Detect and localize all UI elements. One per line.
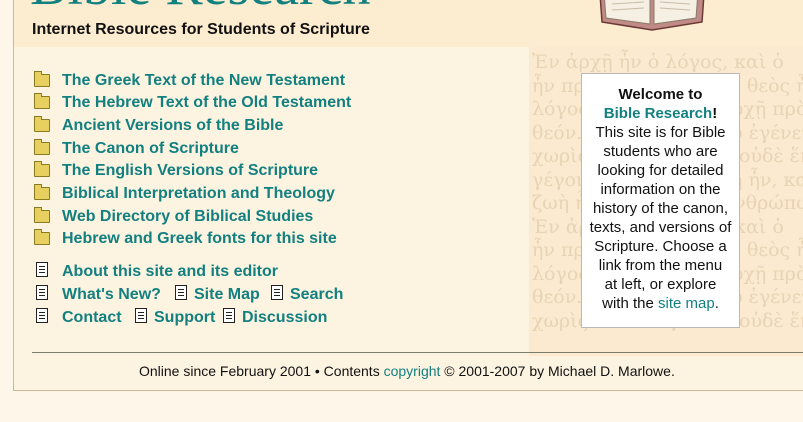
welcome-line: looking for detailed <box>597 162 724 179</box>
greek-line: Ἐν ἀρχῇ ἦν ὁ λόγος, καὶ ὁ <box>532 51 784 73</box>
search-link[interactable]: Search <box>290 286 343 304</box>
footer-prefix: Online since February 2001 • Contents <box>139 363 384 379</box>
welcome-name-line: Bible Research! <box>582 104 739 123</box>
folder-icon <box>34 207 50 223</box>
welcome-last-prefix: with the <box>602 295 658 312</box>
copyright-link[interactable]: copyright <box>384 363 441 379</box>
document-icon <box>175 285 187 300</box>
menu-item-label[interactable]: The Hebrew Text of the Old Testament <box>62 94 351 112</box>
page-frame: Bible Research Internet Resources for St… <box>13 0 803 391</box>
folder-icon <box>34 161 50 177</box>
folder-icon <box>34 139 50 155</box>
welcome-line: at left, or explore <box>604 276 717 293</box>
menu-item-label[interactable]: The English Versions of Scripture <box>62 162 318 180</box>
welcome-line: texts, and versions of <box>589 219 732 236</box>
document-icon <box>36 262 48 277</box>
footer-divider <box>32 352 803 353</box>
welcome-line: students who are <box>603 143 718 160</box>
welcome-line: Scripture. Choose a <box>594 238 727 255</box>
site-title[interactable]: Bible Research <box>30 0 371 14</box>
welcome-last-suffix: . <box>714 295 719 312</box>
folder-icon <box>34 184 50 200</box>
welcome-last-line: with the site map. <box>582 294 739 313</box>
folder-icon <box>34 71 50 87</box>
folder-icon <box>34 116 50 132</box>
folder-icon <box>34 93 50 109</box>
welcome-line: information on the <box>600 181 721 198</box>
document-icon <box>36 308 48 323</box>
site-map-link[interactable]: Site Map <box>194 286 260 304</box>
menu-item-label[interactable]: The Canon of Scripture <box>62 140 239 158</box>
menu-item-label[interactable]: Biblical Interpretation and Theology <box>62 185 335 203</box>
document-icon <box>135 308 147 323</box>
welcome-heading: Welcome to <box>618 86 703 103</box>
welcome-line: history of the canon, <box>592 200 729 217</box>
welcome-line: link from the menu <box>598 257 723 274</box>
document-icon <box>223 308 235 323</box>
site-map-inline-link[interactable]: site map <box>658 295 715 312</box>
menu-item-label[interactable]: Hebrew and Greek fonts for this site <box>62 230 337 248</box>
support-link[interactable]: Support <box>154 309 215 327</box>
open-bible-icon <box>599 0 705 31</box>
welcome-line: This site is for Bible <box>595 124 726 141</box>
folder-icon <box>34 229 50 245</box>
welcome-exclamation: ! <box>712 105 718 122</box>
menu-item-label[interactable]: Ancient Versions of the Bible <box>62 117 283 135</box>
menu-item-label[interactable]: About this site and its editor <box>62 263 278 281</box>
site-footer: Online since February 2001 • Contents co… <box>139 363 675 379</box>
welcome-panel: Welcome to Bible Research! This site is … <box>581 73 740 328</box>
menu-item-label[interactable]: Web Directory of Biblical Studies <box>62 208 313 226</box>
document-icon <box>36 285 48 300</box>
site-subtitle: Internet Resources for Students of Scrip… <box>32 21 370 38</box>
footer-suffix: © 2001-2007 by Michael D. Marlowe. <box>440 363 675 379</box>
bible-research-link[interactable]: Bible Research <box>604 105 712 122</box>
site-header: Bible Research Internet Resources for St… <box>14 0 803 47</box>
whats-new-link[interactable]: What's New? <box>62 286 161 304</box>
menu-item-label[interactable]: The Greek Text of the New Testament <box>62 72 345 90</box>
contact-link[interactable]: Contact <box>62 309 122 327</box>
document-icon <box>271 285 283 300</box>
discussion-link[interactable]: Discussion <box>242 309 327 327</box>
